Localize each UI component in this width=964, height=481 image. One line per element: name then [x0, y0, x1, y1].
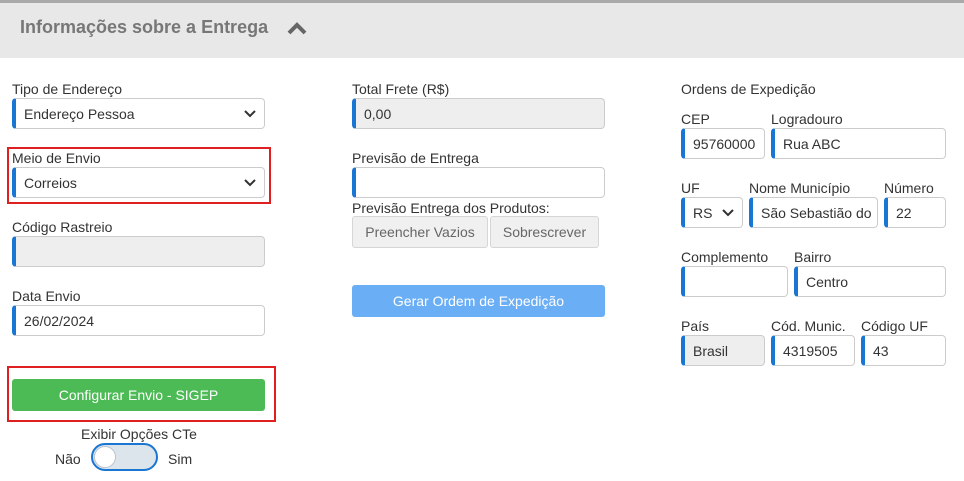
cod-munic-input[interactable]: 4319505	[771, 335, 855, 366]
preencher-vazios-button[interactable]: Preencher Vazios	[352, 216, 488, 248]
cep-label: CEP	[681, 111, 710, 127]
previsao-produtos-label: Previsão Entrega dos Produtos:	[352, 200, 550, 216]
panel-title: Informações sobre a Entrega	[20, 17, 269, 37]
cte-no-label: Não	[55, 451, 81, 467]
chevron-down-icon	[244, 109, 256, 117]
gerar-ordem-button[interactable]: Gerar Ordem de Expedição	[352, 285, 605, 317]
pais-input[interactable]: Brasil	[681, 335, 765, 366]
pais-label: País	[681, 318, 710, 334]
cte-options-label: Exibir Opções CTe	[81, 426, 197, 442]
data-envio-input[interactable]: 26/02/2024	[12, 305, 265, 336]
logradouro-value: Rua ABC	[783, 135, 841, 152]
cod-munic-value: 4319505	[783, 342, 838, 359]
cod-uf-label: Código UF	[861, 318, 928, 334]
previsao-entrega-label: Previsão de Entrega	[352, 150, 479, 166]
logradouro-label: Logradouro	[771, 111, 843, 127]
tipo-endereco-value: Endereço Pessoa	[24, 105, 135, 122]
meio-envio-value: Correios	[24, 174, 77, 191]
bairro-value: Centro	[806, 273, 849, 290]
sobrescrever-button[interactable]: Sobrescrever	[490, 216, 599, 248]
municipio-input[interactable]: São Sebastião do	[749, 197, 878, 228]
codigo-rastreio-label: Código Rastreio	[12, 219, 113, 235]
uf-select[interactable]: RS	[681, 197, 743, 228]
data-envio-label: Data Envio	[12, 288, 81, 304]
tipo-endereco-label: Tipo de Endereço	[12, 81, 122, 97]
meio-envio-select[interactable]: Correios	[12, 167, 265, 198]
codigo-rastreio-input[interactable]	[12, 236, 265, 267]
previsao-entrega-input[interactable]	[352, 167, 605, 198]
ordens-expedicao-title: Ordens de Expedição	[681, 81, 816, 97]
toggle-knob	[94, 446, 116, 468]
cte-yes-label: Sim	[168, 451, 193, 467]
bairro-input[interactable]: Centro	[794, 266, 946, 297]
panel-header[interactable]: Informações sobre a Entrega	[0, 0, 964, 58]
cep-value: 95760000	[693, 135, 756, 152]
tipo-endereco-select[interactable]: Endereço Pessoa	[12, 98, 265, 129]
municipio-label: Nome Município	[749, 180, 851, 196]
numero-label: Número	[884, 180, 934, 196]
data-envio-value: 26/02/2024	[24, 312, 95, 329]
numero-value: 22	[896, 204, 912, 221]
complemento-label: Complemento	[681, 249, 769, 265]
chevron-down-icon	[722, 208, 734, 216]
cod-uf-input[interactable]: 43	[861, 335, 946, 366]
municipio-value: São Sebastião do	[761, 204, 872, 221]
numero-input[interactable]: 22	[884, 197, 946, 228]
meio-envio-label: Meio de Envio	[12, 150, 101, 166]
total-frete-label: Total Frete (R$)	[352, 81, 450, 97]
uf-label: UF	[681, 180, 700, 196]
uf-value: RS	[693, 204, 713, 221]
chevron-down-icon	[244, 178, 256, 186]
cte-toggle[interactable]	[91, 443, 158, 471]
cep-input[interactable]: 95760000	[681, 128, 765, 159]
logradouro-input[interactable]: Rua ABC	[771, 128, 946, 159]
total-frete-value: 0,00	[364, 105, 392, 122]
configurar-envio-button[interactable]: Configurar Envio - SIGEP	[12, 379, 265, 411]
total-frete-input[interactable]: 0,00	[352, 98, 605, 129]
pais-value: Brasil	[693, 342, 729, 359]
bairro-label: Bairro	[794, 249, 832, 265]
cod-munic-label: Cód. Munic.	[771, 318, 846, 334]
chevron-up-icon[interactable]	[287, 21, 307, 35]
complemento-input[interactable]	[681, 266, 788, 297]
cod-uf-value: 43	[873, 342, 889, 359]
